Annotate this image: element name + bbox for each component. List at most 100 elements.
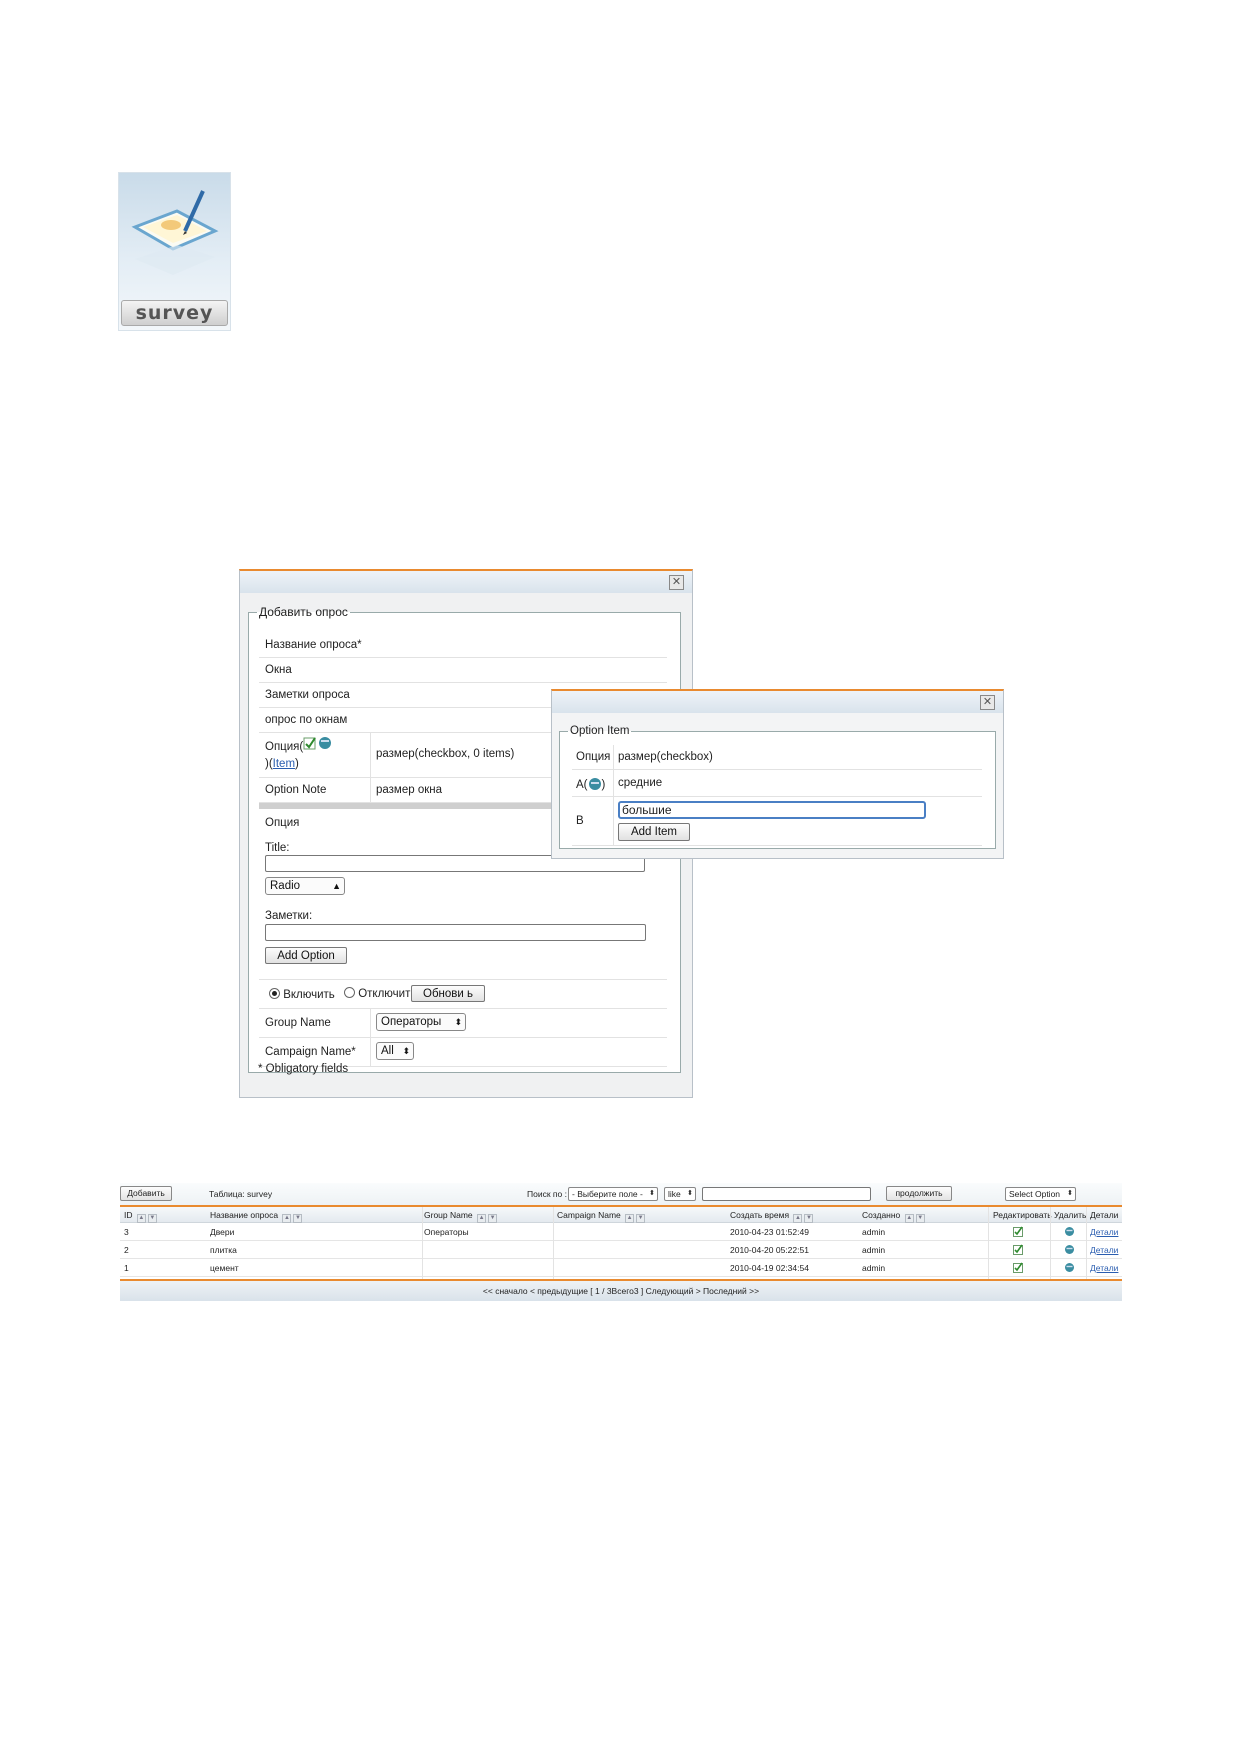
edit-delete-icons[interactable] <box>303 735 333 751</box>
enable-label: Включить <box>283 989 335 1001</box>
sort-asc-icon[interactable]: ▲ <box>904 1214 914 1223</box>
col-details: Детали <box>1090 1210 1119 1220</box>
col-campaign-label: Campaign Name <box>557 1210 621 1220</box>
sort-desc-icon[interactable]: ▼ <box>293 1214 303 1223</box>
item-a-row: A() средние <box>572 770 982 797</box>
notes-value[interactable]: опрос по окнам <box>265 714 347 726</box>
update-button[interactable]: Обнови ь <box>411 985 485 1002</box>
disable-radio-wrap[interactable]: Отключить <box>344 987 416 1000</box>
sort-asc-icon[interactable]: ▲ <box>477 1214 487 1223</box>
edit-icon[interactable] <box>1013 1244 1024 1255</box>
col-by[interactable]: Созданно ▲ ▼ <box>862 1210 925 1223</box>
cell-created: 2010-04-20 05:22:51 <box>730 1245 809 1255</box>
search-input[interactable] <box>702 1187 871 1201</box>
edit-icon[interactable] <box>1013 1262 1024 1273</box>
sort-asc-icon[interactable]: ▲ <box>625 1214 635 1223</box>
operator-select[interactable]: like ⬍ <box>664 1187 696 1201</box>
item-a-value: средние <box>618 777 663 789</box>
col-created[interactable]: Создать время ▲ ▼ <box>730 1210 814 1223</box>
close-icon[interactable]: ✕ <box>980 695 995 710</box>
col-edit: Редактировать <box>993 1210 1052 1220</box>
survey-table: Добавить Таблица: survey Поиск по : - Вы… <box>120 1183 1122 1301</box>
pagination[interactable]: << сначало < предыдущие [ 1 / 3Всего3 ] … <box>120 1286 1122 1296</box>
item-link[interactable]: Item <box>273 758 295 770</box>
add-item-button[interactable]: Add Item <box>618 823 690 841</box>
close-icon[interactable]: ✕ <box>669 575 684 590</box>
option-type-value: размер(checkbox) <box>618 751 713 763</box>
item-b-label: B <box>576 815 584 827</box>
chevron-updown-icon: ▲ <box>332 881 341 891</box>
notes2-input[interactable] <box>265 924 646 941</box>
continue-button[interactable]: продолжить <box>886 1186 952 1201</box>
item-a-label: A( <box>576 779 588 791</box>
group-name-label: Group Name <box>265 1017 331 1029</box>
col-by-label: Созданно <box>862 1210 901 1220</box>
sort-asc-icon[interactable]: ▲ <box>793 1214 803 1223</box>
delete-icon[interactable] <box>1064 1262 1075 1273</box>
obligatory-note: * Obligatory fields <box>258 1063 349 1075</box>
enable-radio-wrap[interactable]: Включить <box>269 988 335 1001</box>
chevron-updown-icon: ⬍ <box>687 1190 693 1197</box>
enable-row: Включить Отключить Обнови ь <box>259 980 667 1009</box>
type-select-value: Radio <box>270 880 301 892</box>
chevron-updown-icon: ⬍ <box>649 1190 655 1197</box>
cell-by: admin <box>862 1263 886 1273</box>
disable-label: Отключить <box>358 988 417 1000</box>
group-name-value: Операторы <box>381 1016 442 1028</box>
details-link[interactable]: Детали <box>1090 1227 1118 1237</box>
option-type-row: Опция размер(checkbox) <box>572 745 982 770</box>
col-name-label: Название опроса <box>210 1210 279 1220</box>
sort-asc-icon[interactable]: ▲ <box>136 1214 146 1223</box>
cell-created: 2010-04-19 02:34:54 <box>730 1263 809 1273</box>
type-select[interactable]: Radio ▲ <box>265 877 345 895</box>
add-button[interactable]: Добавить <box>120 1186 172 1201</box>
select-option-select[interactable]: Select Option ⬍ <box>1005 1187 1076 1201</box>
option-item-legend: Option Item <box>570 725 630 737</box>
delete-icon[interactable] <box>1064 1226 1075 1237</box>
col-campaign[interactable]: Campaign Name ▲ ▼ <box>557 1210 646 1223</box>
search-field-value: - Выберите поле - <box>572 1189 643 1199</box>
sort-desc-icon[interactable]: ▼ <box>636 1214 646 1223</box>
details-link[interactable]: Детали <box>1090 1263 1118 1273</box>
sort-desc-icon[interactable]: ▼ <box>147 1214 157 1223</box>
search-field-select[interactable]: - Выберите поле - ⬍ <box>568 1187 658 1201</box>
sort-desc-icon[interactable]: ▼ <box>488 1214 498 1223</box>
item-b-row: B большие Add Item <box>572 797 982 846</box>
group-name-select[interactable]: Операторы ⬍ <box>376 1013 466 1031</box>
delete-icon[interactable] <box>588 777 602 791</box>
campaign-label: Campaign Name* <box>265 1046 356 1058</box>
item-a-label-wrap: A() <box>576 777 605 791</box>
sort-desc-icon[interactable]: ▼ <box>804 1214 814 1223</box>
delete-icon[interactable] <box>1064 1244 1075 1255</box>
search-label: Поиск по : <box>527 1189 567 1199</box>
sort-desc-icon[interactable]: ▼ <box>915 1214 925 1223</box>
survey-icon-label: survey <box>121 300 228 326</box>
cell-by: admin <box>862 1245 886 1255</box>
survey-name-value-row[interactable]: Окна <box>259 658 667 683</box>
col-created-label: Создать время <box>730 1210 790 1220</box>
item-b-input[interactable]: большие <box>618 801 926 819</box>
disable-radio[interactable] <box>344 987 355 998</box>
option-type-label: Опция <box>576 751 611 763</box>
enable-radio[interactable] <box>269 988 280 999</box>
col-delete: Удалить <box>1054 1210 1087 1220</box>
title-label: Title: <box>265 842 290 854</box>
edit-icon[interactable] <box>1013 1226 1024 1237</box>
cell-id: 2 <box>124 1245 129 1255</box>
campaign-select[interactable]: All ⬍ <box>376 1042 414 1060</box>
col-id[interactable]: ID ▲ ▼ <box>124 1210 157 1223</box>
col-group[interactable]: Group Name ▲ ▼ <box>424 1210 498 1223</box>
survey-name-value[interactable]: Окна <box>265 664 292 676</box>
chevron-updown-icon: ⬍ <box>402 1046 410 1056</box>
survey-module-icon[interactable]: survey <box>118 172 231 331</box>
option-item-dialog: ✕ Option Item Опция размер(checkbox) A()… <box>551 689 1004 859</box>
details-link[interactable]: Детали <box>1090 1245 1118 1255</box>
table-toolbar: Добавить Таблица: survey Поиск по : - Вы… <box>120 1183 1122 1207</box>
add-option-button[interactable]: Add Option <box>265 947 347 964</box>
survey-name-label-row: Название опроса* <box>259 633 667 658</box>
add-survey-legend: Добавить опрос <box>259 605 348 619</box>
chevron-updown-icon: ⬍ <box>1067 1190 1073 1197</box>
sort-asc-icon[interactable]: ▲ <box>282 1214 292 1223</box>
item-a-label-end: ) <box>601 779 606 791</box>
col-name[interactable]: Название опроса ▲ ▼ <box>210 1210 303 1223</box>
